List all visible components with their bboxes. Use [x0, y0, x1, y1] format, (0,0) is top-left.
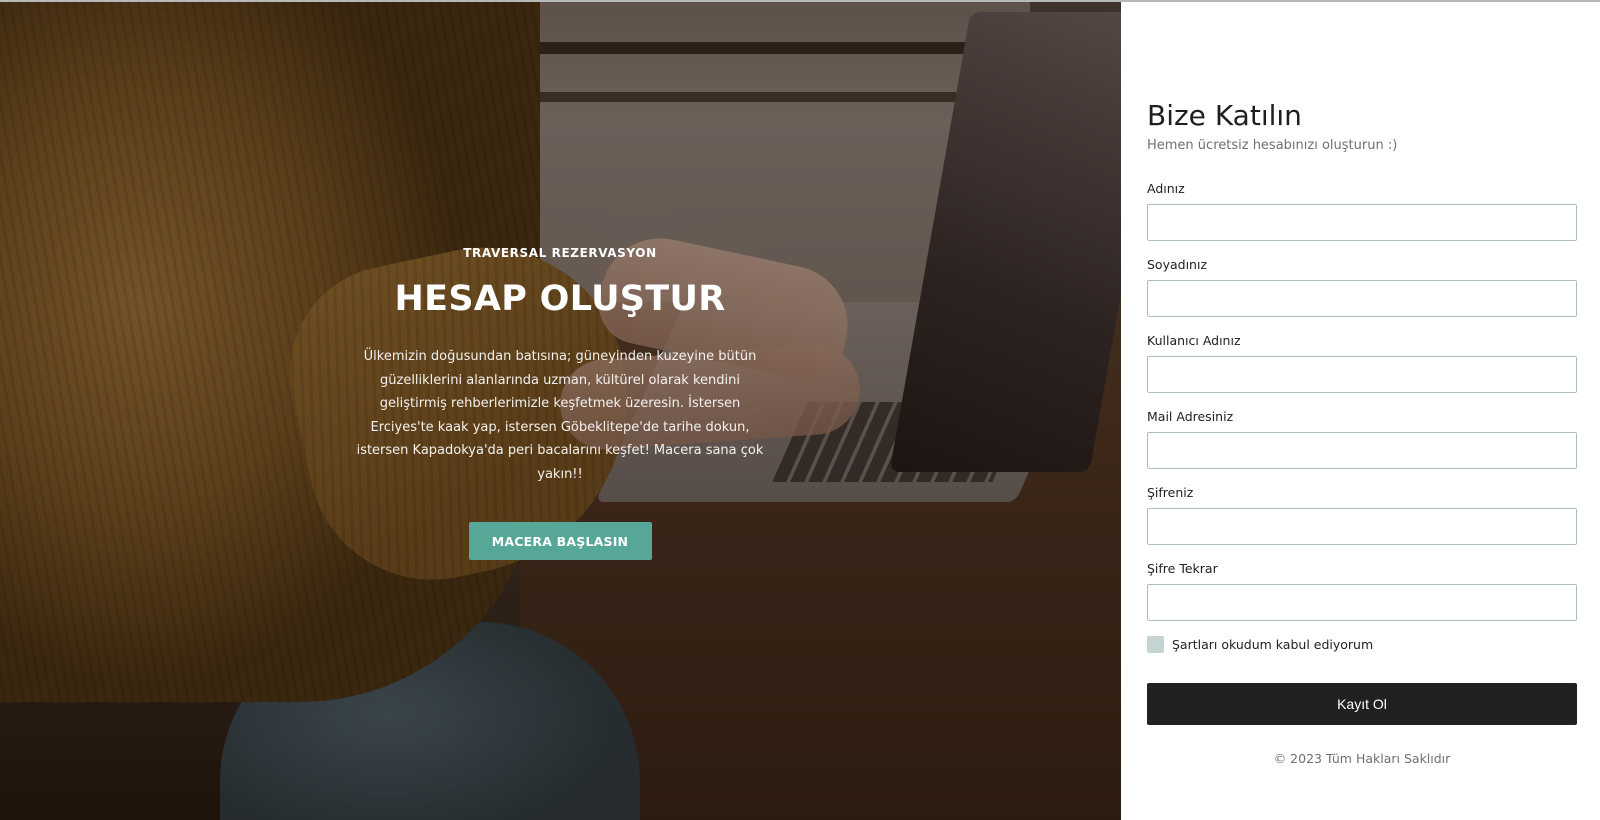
hero-section: TRAVERSAL REZERVASYON HESAP OLUŞTUR Ülke… [0, 2, 1121, 820]
signup-page: TRAVERSAL REZERVASYON HESAP OLUŞTUR Ülke… [0, 0, 1600, 820]
first-name-group: Adınız [1147, 180, 1577, 241]
password-input[interactable] [1147, 508, 1577, 545]
register-button[interactable]: Kayıt Ol [1147, 683, 1577, 725]
hero-title: HESAP OLUŞTUR [394, 279, 726, 319]
email-label: Mail Adresiniz [1147, 409, 1234, 424]
password-confirm-label: Şifre Tekrar [1147, 561, 1218, 576]
start-adventure-button[interactable]: MACERA BAŞLASIN [468, 522, 652, 560]
username-label: Kullanıcı Adınız [1147, 333, 1241, 348]
password-confirm-input[interactable] [1147, 584, 1577, 621]
copyright-text: © 2023 Tüm Hakları Saklıdır [1273, 751, 1451, 766]
username-group: Kullanıcı Adınız [1147, 332, 1577, 393]
last-name-label: Soyadınız [1147, 257, 1208, 272]
first-name-input[interactable] [1147, 204, 1577, 241]
last-name-input[interactable] [1147, 280, 1577, 317]
username-input[interactable] [1147, 356, 1577, 393]
terms-checkbox[interactable] [1147, 636, 1164, 653]
password-confirm-group: Şifre Tekrar [1147, 560, 1577, 621]
password-group: Şifreniz [1147, 484, 1577, 545]
email-input[interactable] [1147, 432, 1577, 469]
password-label: Şifreniz [1147, 485, 1194, 500]
signup-form: Bize Katılın Hemen ücretsiz hesabınızı o… [1147, 96, 1577, 766]
first-name-label: Adınız [1147, 181, 1185, 196]
terms-label: Şartları okudum kabul ediyorum [1172, 637, 1374, 652]
last-name-group: Soyadınız [1147, 256, 1577, 317]
form-fields: Adınız Soyadınız Kullanıcı Adınız Mail A… [1147, 180, 1577, 621]
terms-row: Şartları okudum kabul ediyorum [1147, 636, 1577, 653]
hero-content: TRAVERSAL REZERVASYON HESAP OLUŞTUR Ülke… [355, 245, 765, 560]
form-title: Bize Katılın [1147, 99, 1302, 132]
email-group: Mail Adresiniz [1147, 408, 1577, 469]
signup-panel: Bize Katılın Hemen ücretsiz hesabınızı o… [1121, 2, 1600, 820]
form-subtitle: Hemen ücretsiz hesabınızı oluşturun :) [1147, 138, 1398, 153]
hero-eyebrow: TRAVERSAL REZERVASYON [463, 246, 657, 260]
hero-description: Ülkemizin doğusundan batısına; güneyinde… [356, 349, 764, 482]
